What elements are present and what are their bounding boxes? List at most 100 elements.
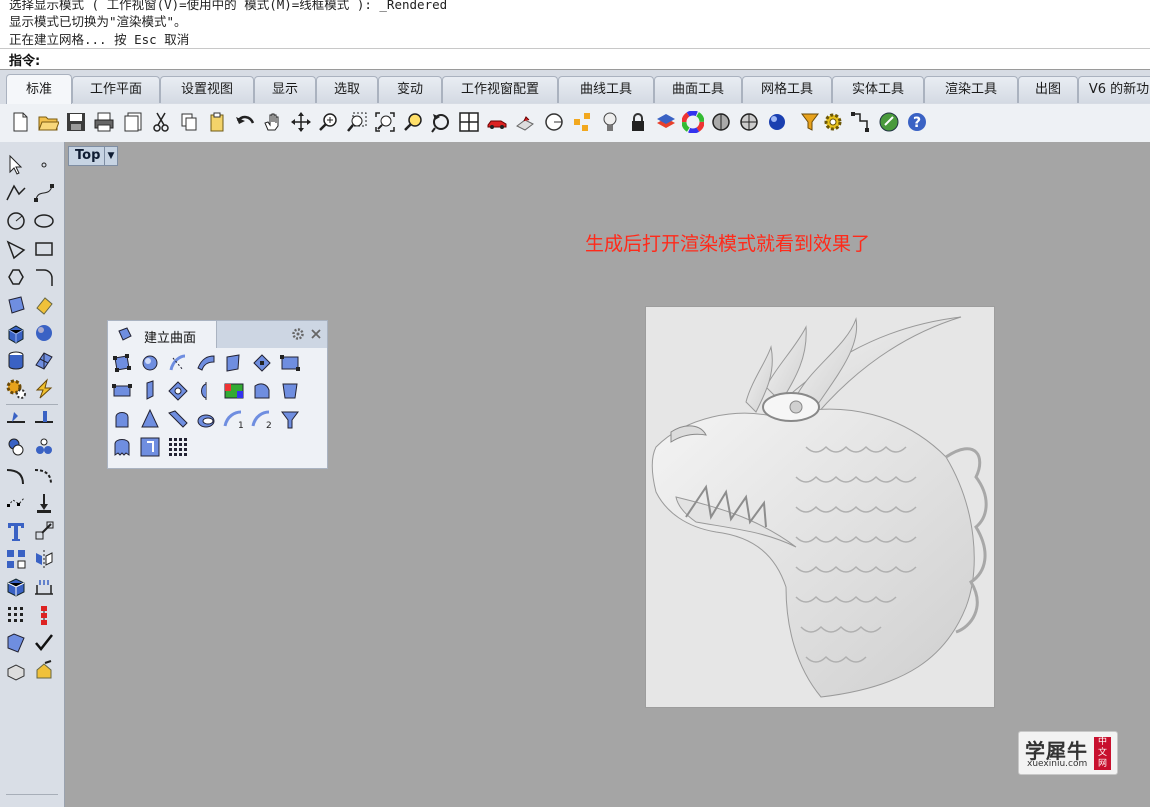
point-icon[interactable] <box>33 154 55 176</box>
fillet-edge-icon[interactable] <box>5 464 27 486</box>
circle-center-icon[interactable] <box>5 210 27 232</box>
arc-icon[interactable] <box>5 238 27 260</box>
copy-icon[interactable] <box>178 111 200 133</box>
color-wheel-icon[interactable] <box>682 111 704 133</box>
fillet-curve-icon[interactable] <box>33 266 55 288</box>
explode-icon[interactable] <box>33 436 55 458</box>
pan-icon[interactable] <box>261 111 283 133</box>
filter-icon[interactable] <box>799 111 821 133</box>
zoom-window-icon[interactable] <box>346 111 368 133</box>
analyze-surface-icon[interactable] <box>5 632 27 654</box>
tab-v6-new[interactable]: V6 的新功 <box>1078 76 1150 103</box>
light-bulb-icon[interactable] <box>599 111 621 133</box>
globe-icon[interactable] <box>878 111 900 133</box>
revolve-icon[interactable] <box>195 380 217 402</box>
polygon-icon[interactable] <box>5 266 27 288</box>
tab-transform[interactable]: 变动 <box>378 76 442 103</box>
zoom-selected-icon[interactable] <box>402 111 424 133</box>
point-cloud-icon[interactable] <box>5 492 27 514</box>
array-icon[interactable] <box>5 548 27 570</box>
sweep-2-rails-icon[interactable] <box>279 380 301 402</box>
surface-from-curves-icon[interactable] <box>139 436 161 458</box>
rectangular-plane-icon[interactable] <box>279 352 301 374</box>
drape-icon[interactable] <box>195 408 217 430</box>
command-input[interactable] <box>54 50 1138 68</box>
circle-icon[interactable] <box>543 111 565 133</box>
sweep-2-icon[interactable]: 2 <box>251 408 273 430</box>
point-grid-surface-icon[interactable] <box>167 436 189 458</box>
tab-cplane[interactable]: 工作平面 <box>72 76 160 103</box>
surface-from-points-icon[interactable] <box>5 294 27 316</box>
rotate-icon[interactable] <box>430 111 452 133</box>
print-icon[interactable] <box>93 111 115 133</box>
tab-set-view[interactable]: 设置视图 <box>160 76 254 103</box>
lock-icon[interactable] <box>627 111 649 133</box>
tab-standard[interactable]: 标准 <box>6 74 72 104</box>
extrude-curve-icon[interactable] <box>33 294 55 316</box>
boolean-icon[interactable] <box>5 436 27 458</box>
mesh-plane-icon[interactable] <box>33 350 55 372</box>
ghost-icon[interactable] <box>514 111 536 133</box>
surface-from-3-or-4-points-icon[interactable] <box>111 352 133 374</box>
zoom-extents-icon[interactable] <box>374 111 396 133</box>
paste-icon[interactable] <box>206 111 228 133</box>
close-icon[interactable] <box>311 329 321 339</box>
rail-extrude-icon[interactable] <box>111 408 133 430</box>
select-arrow-icon[interactable] <box>5 154 27 176</box>
extrude-straight-icon[interactable] <box>111 380 133 402</box>
viewport-menu-chevron-down-icon[interactable]: ▼ <box>104 146 118 166</box>
cylinder-icon[interactable] <box>5 350 27 372</box>
network-surface-icon[interactable] <box>167 352 189 374</box>
edge-surface-icon[interactable] <box>251 352 273 374</box>
open-file-icon[interactable] <box>37 111 59 133</box>
new-file-icon[interactable] <box>9 111 31 133</box>
panel-tab[interactable]: 建立曲面 <box>108 321 217 348</box>
rectangle-icon[interactable] <box>33 238 55 260</box>
points-icon[interactable] <box>571 111 593 133</box>
viewport-title[interactable]: Top <box>68 146 108 166</box>
mirror-icon[interactable] <box>33 548 55 570</box>
split-icon[interactable] <box>5 408 27 430</box>
tab-render-tools[interactable]: 渲染工具 <box>924 76 1018 103</box>
blend-surface-icon[interactable] <box>167 408 189 430</box>
unroll-surface-icon[interactable] <box>111 436 133 458</box>
rotate-view-icon[interactable] <box>290 111 312 133</box>
tab-layout[interactable]: 出图 <box>1018 76 1078 103</box>
undo-icon[interactable] <box>234 111 256 133</box>
scale-icon[interactable] <box>33 520 55 542</box>
hide-objects-icon[interactable] <box>5 660 27 682</box>
blend-curve-icon[interactable] <box>33 464 55 486</box>
rail-revolve-icon[interactable] <box>167 380 189 402</box>
shaded-sphere-icon[interactable] <box>738 111 760 133</box>
grid-snap-icon[interactable] <box>850 111 872 133</box>
layer-icon[interactable] <box>655 111 677 133</box>
patch-icon[interactable] <box>139 352 161 374</box>
gear-icon[interactable] <box>291 327 305 341</box>
sweep-1-rail-icon[interactable] <box>251 380 273 402</box>
help-icon[interactable]: ? <box>906 111 928 133</box>
rail-revolve-funnel-icon[interactable] <box>279 408 301 430</box>
cone-surface-icon[interactable] <box>139 408 161 430</box>
four-viewports-icon[interactable] <box>458 111 480 133</box>
loft-icon[interactable] <box>195 352 217 374</box>
tab-surface-tools[interactable]: 曲面工具 <box>654 76 742 103</box>
save-icon[interactable] <box>65 111 87 133</box>
cut-icon[interactable] <box>150 111 172 133</box>
sweep-1-icon[interactable]: 1 <box>223 408 245 430</box>
planar-surface-icon[interactable] <box>223 352 245 374</box>
tab-display[interactable]: 显示 <box>254 76 316 103</box>
dimension-icon[interactable] <box>33 576 55 598</box>
trim-icon[interactable] <box>33 408 55 430</box>
render-icon[interactable] <box>33 660 55 682</box>
tab-curve-tools[interactable]: 曲线工具 <box>558 76 654 103</box>
ribbon-icon[interactable] <box>139 380 161 402</box>
zoom-icon[interactable] <box>318 111 340 133</box>
sphere-icon[interactable] <box>710 111 732 133</box>
block-icon[interactable] <box>5 576 27 598</box>
control-point-curve-icon[interactable] <box>33 182 55 204</box>
ellipse-icon[interactable] <box>33 210 55 232</box>
check-icon[interactable] <box>33 632 55 654</box>
grid-points-icon[interactable] <box>5 604 27 626</box>
transform-lightning-icon[interactable] <box>33 378 55 400</box>
gear-icon[interactable] <box>5 378 27 400</box>
